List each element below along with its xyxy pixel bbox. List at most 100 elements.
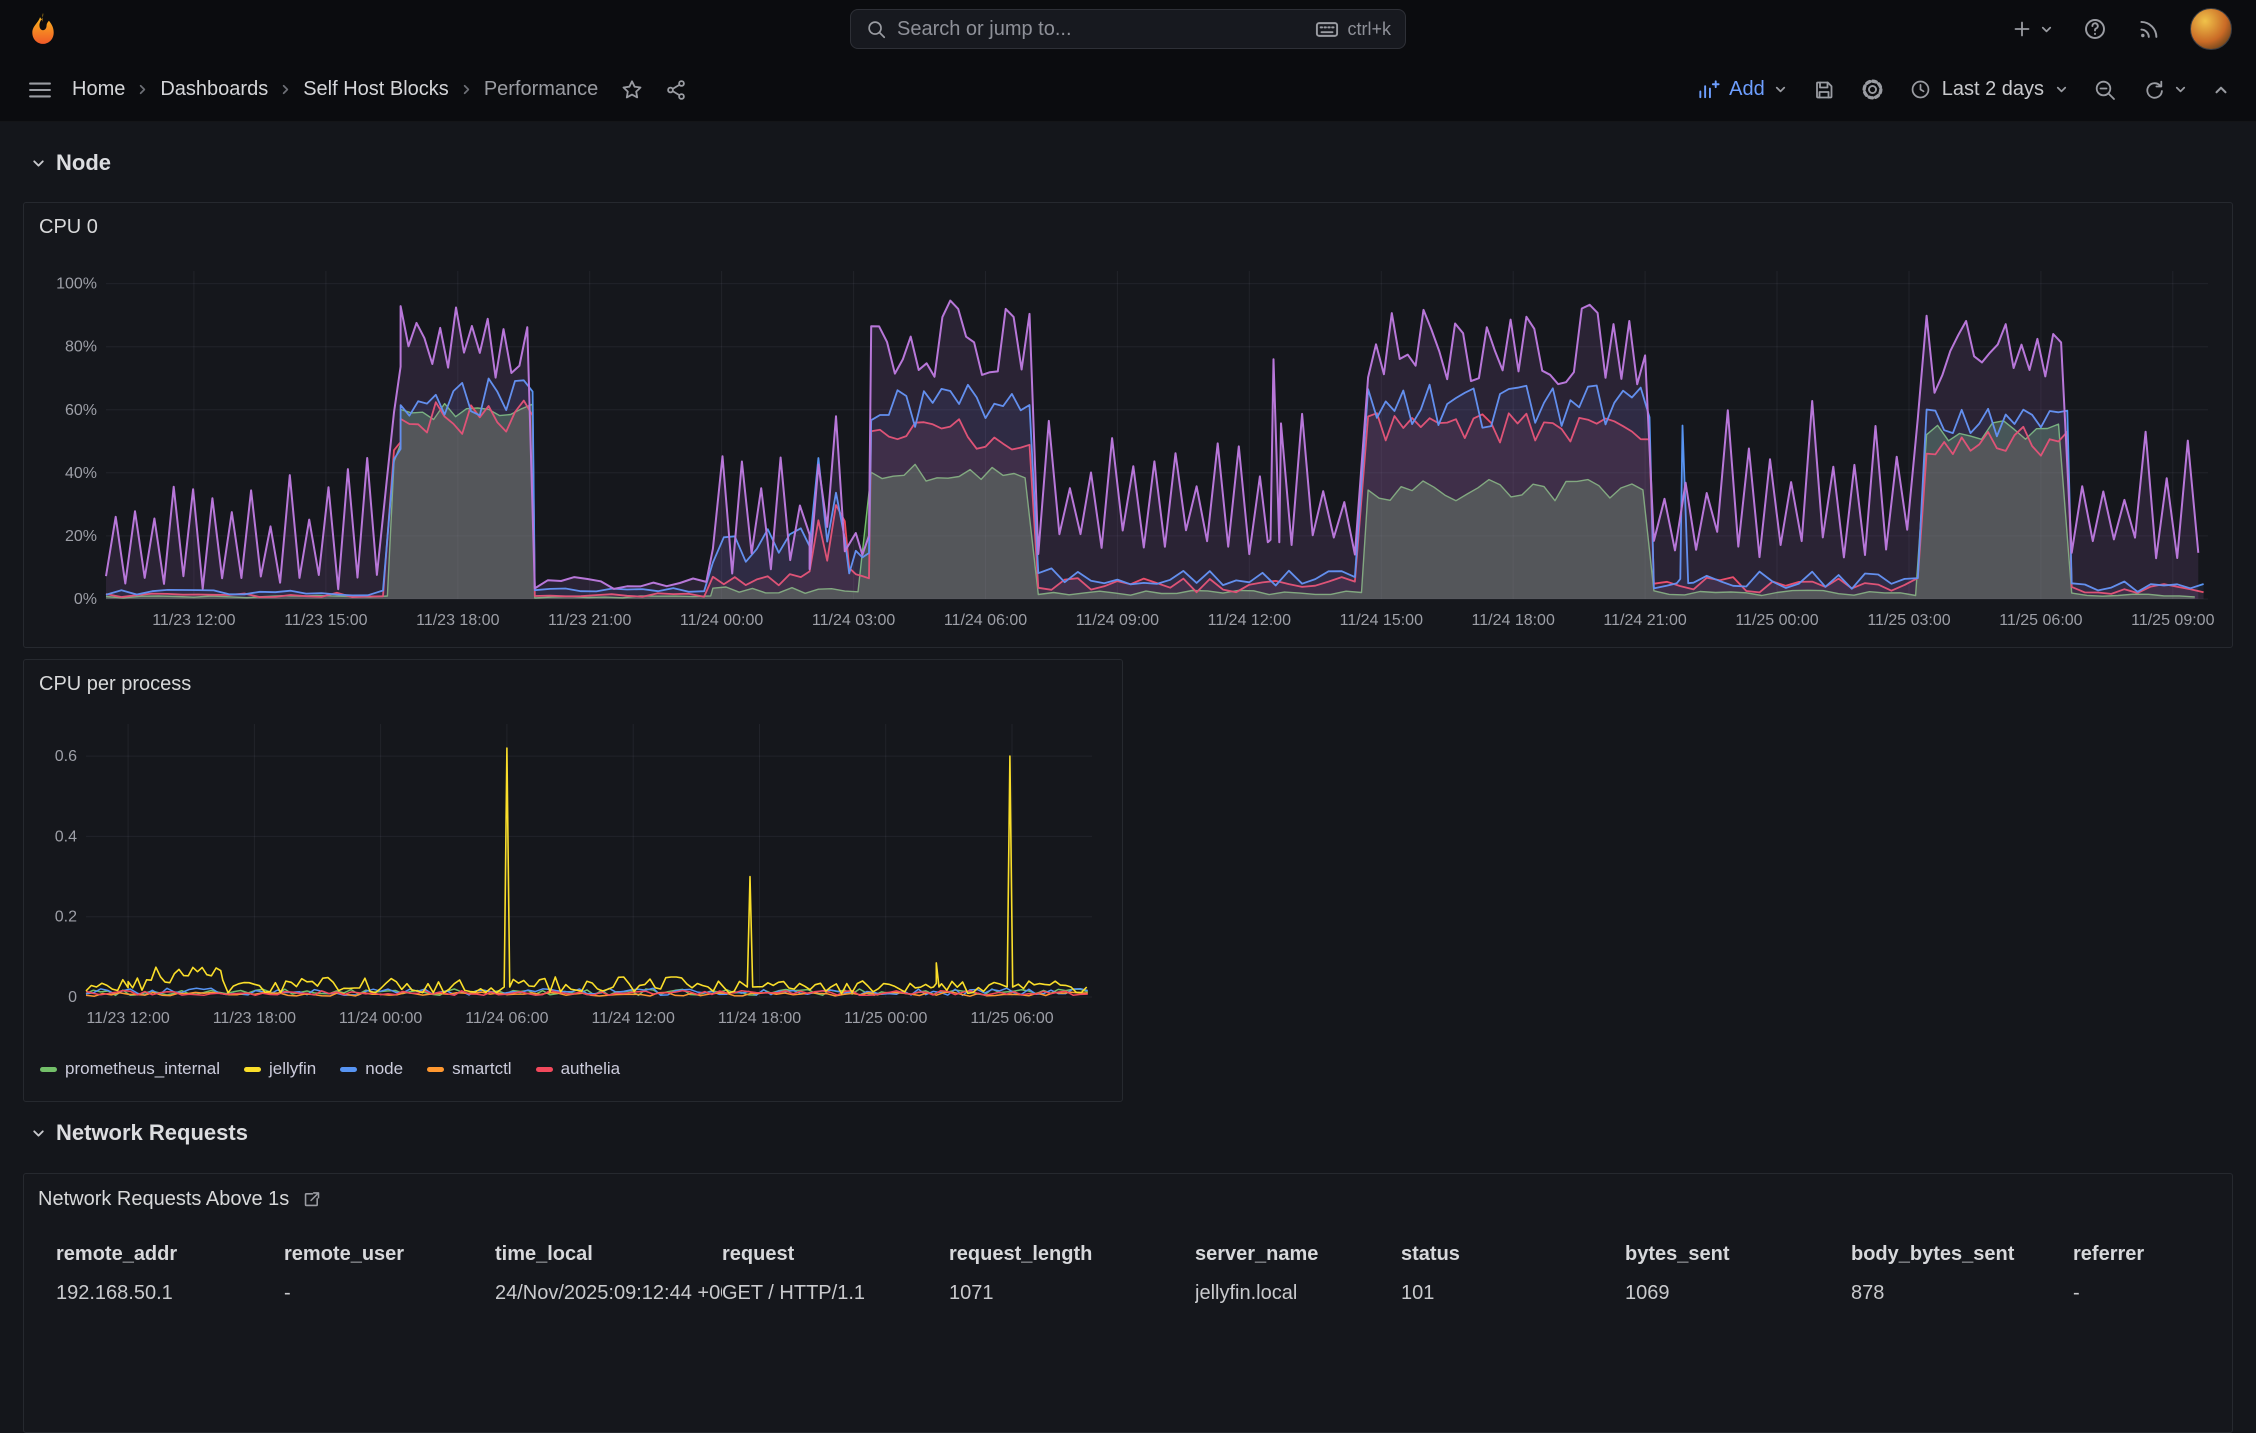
svg-text:11/25 03:00: 11/25 03:00 [1867, 612, 1950, 629]
svg-text:11/24 12:00: 11/24 12:00 [592, 1010, 675, 1027]
legend-label: jellyfin [268, 1059, 317, 1078]
section-title: Node [56, 150, 111, 175]
add-panel-button[interactable]: Add [1696, 78, 1788, 102]
svg-text:11/24 09:00: 11/24 09:00 [1076, 612, 1159, 629]
legend-label: prometheus_internal [65, 1059, 220, 1078]
new-button[interactable] [2010, 17, 2054, 41]
topbar-actions [2010, 8, 2232, 50]
svg-text:11/23 15:00: 11/23 15:00 [284, 612, 367, 629]
settings-gear-button[interactable] [1860, 77, 1885, 102]
svg-text:11/24 03:00: 11/24 03:00 [812, 612, 895, 629]
svg-text:60%: 60% [65, 402, 97, 419]
legend-item[interactable]: authelia [535, 1059, 620, 1079]
table-cell: 878 [1851, 1282, 1885, 1304]
save-button[interactable] [1812, 78, 1836, 102]
column-header[interactable]: bytes_sent [1625, 1237, 1851, 1272]
column-header[interactable]: remote_addr [56, 1237, 284, 1272]
table-cell: jellyfin.local [1195, 1282, 1298, 1304]
refresh-interval-caret[interactable] [2173, 82, 2188, 97]
svg-text:11/24 18:00: 11/24 18:00 [718, 1010, 801, 1027]
svg-text:20%: 20% [65, 528, 97, 545]
breadcrumb-performance: Performance [483, 78, 599, 100]
svg-text:11/24 12:00: 11/24 12:00 [1208, 612, 1291, 629]
svg-text:0.4: 0.4 [55, 828, 77, 845]
share-button[interactable] [664, 78, 688, 102]
column-header[interactable]: request_length [949, 1237, 1195, 1272]
menu-button[interactable] [26, 76, 54, 104]
svg-text:0: 0 [68, 989, 77, 1006]
section-header-network-requests[interactable]: Network Requests [30, 1120, 248, 1146]
section-header-node[interactable]: Node [30, 150, 111, 176]
add-label: Add [1729, 78, 1765, 100]
dashboard-quick-actions [620, 78, 688, 102]
svg-text:11/24 15:00: 11/24 15:00 [1340, 612, 1423, 629]
grafana-logo-icon[interactable] [24, 10, 62, 48]
breadcrumb-self-host-blocks[interactable]: Self Host Blocks [303, 78, 449, 101]
panel-cpu-per-process: CPU per process 11/23 12:00 11/23 18:00 11… [23, 659, 1123, 1102]
chevron-right-icon [459, 82, 474, 97]
svg-text:11/25 06:00: 11/25 06:00 [970, 1010, 1053, 1027]
panel-title-text: CPU per process [39, 673, 192, 695]
panel-title-network-requests[interactable]: Network Requests Above 1s [24, 1174, 2232, 1225]
legend-item[interactable]: node [340, 1059, 403, 1079]
clock-icon [1909, 78, 1932, 101]
svg-text:11/25 06:00: 11/25 06:00 [1999, 612, 2082, 629]
breadcrumb-home[interactable]: Home [72, 78, 125, 101]
collapse-toolbar-button[interactable] [2212, 81, 2230, 99]
breadcrumb-dashboards[interactable]: Dashboards [160, 78, 268, 101]
svg-text:11/25 09:00: 11/25 09:00 [2131, 612, 2214, 629]
search-input[interactable]: Search or jump to... ctrl+k [850, 9, 1406, 49]
svg-text:11/23 12:00: 11/23 12:00 [86, 1010, 169, 1027]
shortcut-label: ctrl+k [1347, 18, 1391, 39]
column-header[interactable]: time_local [495, 1237, 722, 1272]
svg-text:11/24 06:00: 11/24 06:00 [944, 612, 1027, 629]
time-range-picker[interactable]: Last 2 days [1909, 78, 2069, 101]
legend-item[interactable]: smartctl [427, 1059, 512, 1079]
svg-text:40%: 40% [65, 465, 97, 482]
svg-text:11/24 00:00: 11/24 00:00 [680, 612, 763, 629]
legend-item[interactable]: prometheus_internal [40, 1059, 220, 1079]
svg-text:0%: 0% [74, 591, 97, 608]
shortcut-badge: ctrl+k [1315, 19, 1391, 40]
svg-text:11/23 21:00: 11/23 21:00 [548, 612, 631, 629]
refresh-button[interactable] [2141, 78, 2165, 102]
column-header[interactable]: remote_user [284, 1237, 495, 1272]
legend-swatch [243, 1066, 261, 1072]
cpu-per-process-chart[interactable]: 11/23 12:00 11/23 18:00 11/24 00:00 11/24 0… [30, 714, 1110, 1037]
chevron-right-icon [278, 82, 293, 97]
news-rss-button[interactable] [2136, 16, 2162, 42]
dashboard-toolbar: Home Dashboards Self Host Blocks Perform… [0, 58, 2256, 122]
legend-swatch [340, 1066, 358, 1072]
panel-title-cpu-per-process[interactable]: CPU per process [24, 660, 1122, 709]
keyboard-icon [1315, 21, 1339, 38]
column-header[interactable]: server_name [1195, 1237, 1401, 1272]
table-cell: - [284, 1282, 291, 1304]
column-header[interactable]: request [722, 1237, 949, 1272]
chart-legend: prometheus_internal jellyfin node smartc… [40, 1059, 620, 1079]
svg-text:11/23 18:00: 11/23 18:00 [416, 612, 499, 629]
legend-swatch [40, 1066, 57, 1072]
legend-swatch [427, 1066, 445, 1072]
external-link-icon[interactable] [301, 1189, 322, 1210]
column-header[interactable]: status [1401, 1237, 1625, 1272]
top-bar: Search or jump to... ctrl+k [0, 0, 2256, 58]
column-header[interactable]: body_bytes_sent [1851, 1237, 2073, 1272]
svg-text:0.2: 0.2 [55, 909, 77, 926]
chevron-down-icon [30, 155, 47, 172]
user-avatar[interactable] [2190, 8, 2232, 50]
toolbar-actions: Add Last 2 days [1696, 77, 2230, 102]
network-requests-table: remote_addr remote_user time_local reque… [24, 1237, 2232, 1305]
column-header[interactable]: referrer [2073, 1237, 2200, 1272]
svg-text:80%: 80% [65, 339, 97, 356]
bar-chart-add-icon [1696, 78, 1721, 102]
legend-item[interactable]: jellyfin [243, 1059, 317, 1079]
help-button[interactable] [2082, 16, 2108, 42]
panel-title-text: CPU 0 [39, 216, 98, 238]
table-cell: 1071 [949, 1282, 994, 1304]
cpu0-timeseries-chart[interactable]: 11/23 12:00 11/23 15:00 11/23 18:00 11/23 2… [34, 259, 2218, 641]
svg-text:11/24 06:00: 11/24 06:00 [465, 1010, 548, 1027]
panel-title-cpu0[interactable]: CPU 0 [24, 203, 2232, 252]
zoom-out-button[interactable] [2093, 78, 2117, 102]
chevron-right-icon [135, 82, 150, 97]
favorite-star-button[interactable] [620, 78, 644, 102]
